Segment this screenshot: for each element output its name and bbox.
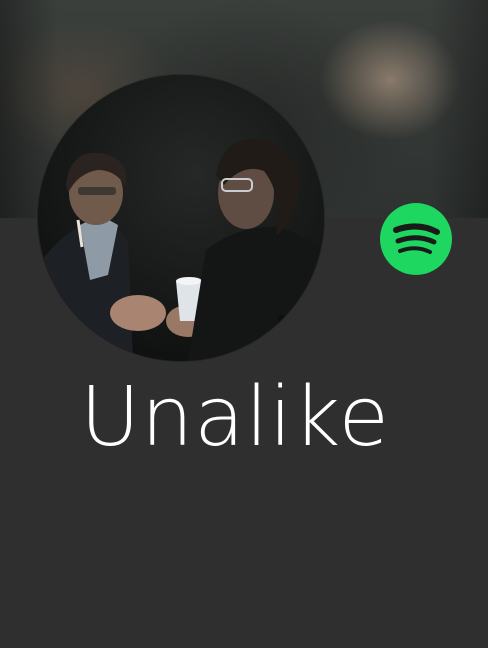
artist-photo-image — [38, 75, 324, 361]
spotify-logo-icon — [380, 203, 452, 275]
artist-card: Unalike — [0, 0, 488, 648]
artist-avatar[interactable] — [38, 75, 324, 361]
artist-name: Unalike — [80, 370, 390, 465]
spotify-button[interactable] — [380, 203, 452, 275]
